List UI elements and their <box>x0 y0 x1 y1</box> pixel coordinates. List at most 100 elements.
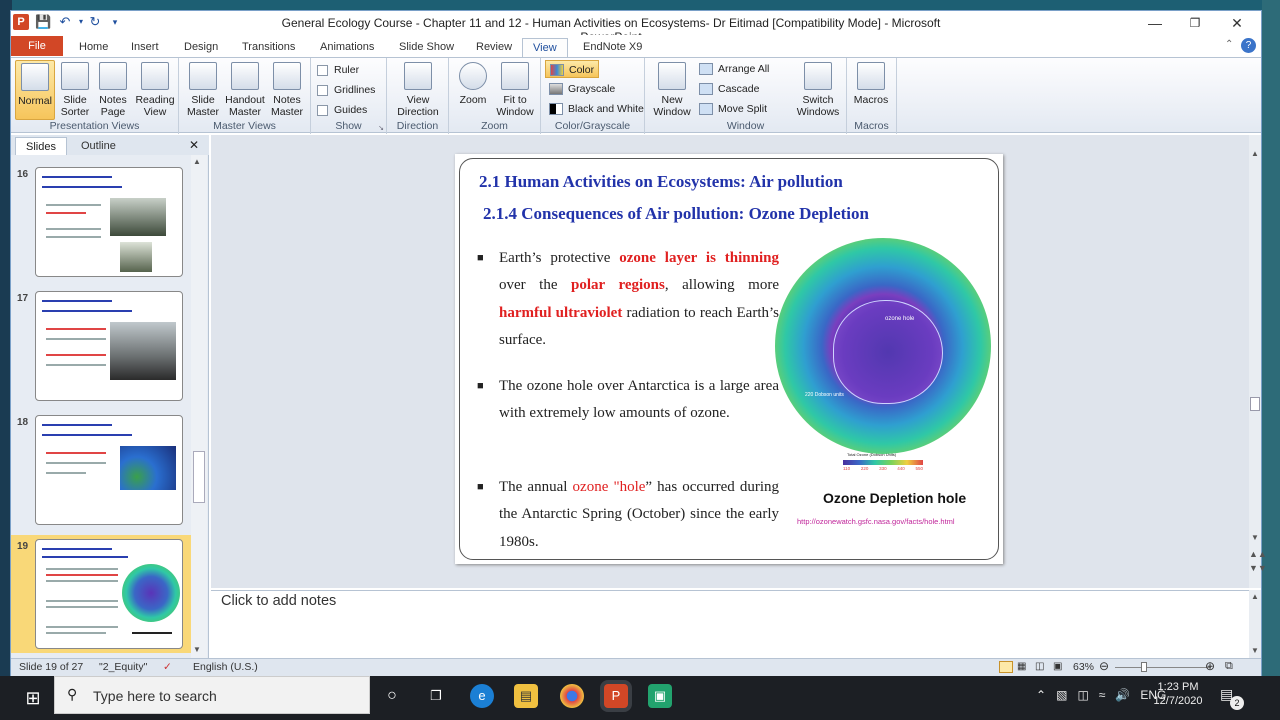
zoom-slider-thumb[interactable] <box>1141 662 1147 672</box>
switch-windows-button[interactable]: Switch Windows <box>793 60 843 120</box>
scroll-up-icon[interactable]: ▲ <box>1249 149 1261 158</box>
slide-subtitle[interactable]: 2.1.4 Consequences of Air pollution: Ozo… <box>483 204 869 224</box>
slide-title[interactable]: 2.1 Human Activities on Ecosystems: Air … <box>479 172 843 192</box>
handout-master-button[interactable]: Handout Master <box>223 60 267 120</box>
wifi-icon[interactable]: ≈ <box>1099 688 1106 702</box>
normal-view-button[interactable]: Normal <box>15 60 55 120</box>
green-app-icon[interactable]: ▣ <box>648 684 672 708</box>
show-hidden-icons[interactable]: ⌃ <box>1036 688 1046 702</box>
notes-pane[interactable]: Click to add notes <box>211 590 1249 658</box>
reading-view-button[interactable]: Reading View <box>133 60 177 120</box>
dialog-launcher-icon[interactable]: ↘ <box>378 124 384 132</box>
grayscale-button[interactable]: Grayscale <box>549 80 615 98</box>
current-slide[interactable]: 2.1 Human Activities on Ecosystems: Air … <box>455 154 1003 564</box>
previous-slide-icon[interactable]: ▲▲ <box>1249 549 1267 559</box>
task-view-icon[interactable]: ❐ <box>424 684 448 708</box>
zoom-button[interactable]: Zoom <box>453 60 493 120</box>
redo-icon[interactable]: ↻ <box>87 14 103 30</box>
minimize-icon[interactable]: — <box>1135 13 1175 33</box>
spell-check-icon[interactable]: ✓ <box>163 661 172 673</box>
slide-thumbnail-19[interactable]: 19 <box>11 535 197 653</box>
volume-icon[interactable]: 🔊 <box>1115 688 1130 702</box>
chrome-icon[interactable] <box>560 684 584 708</box>
source-url[interactable]: http://ozonewatch.gsfc.nasa.gov/facts/ho… <box>797 517 955 526</box>
tab-outline[interactable]: Outline <box>71 137 126 155</box>
file-explorer-icon[interactable]: ▤ <box>514 684 538 708</box>
arrange-all-button[interactable]: Arrange All <box>699 60 769 78</box>
scroll-thumb[interactable] <box>193 451 205 503</box>
scroll-down-icon[interactable]: ▼ <box>1249 533 1261 542</box>
slide-thumbnail-16[interactable]: 16 <box>11 163 197 281</box>
close-icon[interactable]: ✕ <box>1217 13 1257 33</box>
windows-start-icon[interactable]: ⊞ <box>18 686 48 710</box>
bullet-annual-ozone-hole[interactable]: ■ The annual ozone "hole” has occurred d… <box>477 474 779 558</box>
language[interactable]: English (U.S.) <box>193 661 258 673</box>
tab-transitions[interactable]: Transitions <box>232 38 305 57</box>
undo-icon[interactable]: ↶ <box>57 14 73 30</box>
powerpoint-app-icon[interactable]: P <box>13 14 29 30</box>
save-icon[interactable]: 💾 <box>35 14 51 30</box>
minimize-ribbon-icon[interactable]: ⌃ <box>1225 39 1233 50</box>
tab-insert[interactable]: Insert <box>121 38 169 57</box>
ozone-globe-image[interactable]: ozone hole 220 Dobson units <box>775 238 991 454</box>
tab-home[interactable]: Home <box>69 38 118 57</box>
restore-icon[interactable]: ❐ <box>1175 13 1215 33</box>
clock[interactable]: 1:23 PM 12/7/2020 <box>1150 680 1206 708</box>
tab-review[interactable]: Review <box>466 38 522 57</box>
color-button[interactable]: Color <box>545 60 600 78</box>
battery-icon[interactable]: ▧ <box>1056 688 1067 702</box>
bullet-ozone-hole-antarctica[interactable]: ■ The ozone hole over Antarctica is a la… <box>477 373 779 457</box>
scroll-up-icon[interactable]: ▲ <box>191 157 203 166</box>
macros-button[interactable]: Macros <box>851 60 891 120</box>
notes-placeholder[interactable]: Click to add notes <box>221 593 336 609</box>
theme-name[interactable]: "2_Equity" <box>99 661 147 673</box>
scroll-thumb[interactable] <box>1250 397 1260 411</box>
slide-sorter-button[interactable]: Slide Sorter <box>55 60 95 120</box>
gridlines-checkbox[interactable]: Gridlines <box>317 82 375 98</box>
ruler-checkbox[interactable]: Ruler <box>317 62 359 78</box>
move-split-button[interactable]: Move Split <box>699 100 767 118</box>
tab-animations[interactable]: Animations <box>310 38 384 57</box>
slides-pane-scrollbar[interactable]: ▲ ▼ <box>191 155 207 658</box>
reading-view-icon[interactable]: ◫ <box>1035 661 1044 672</box>
display-icon[interactable]: ◫ <box>1077 688 1088 702</box>
zoom-level[interactable]: 63% <box>1073 661 1094 673</box>
slide-sorter-icon[interactable]: ▦ <box>1017 661 1026 672</box>
tab-file[interactable]: File <box>11 36 63 56</box>
tab-endnote[interactable]: EndNote X9 <box>573 38 652 57</box>
normal-view-icon[interactable] <box>999 661 1013 673</box>
cortana-icon[interactable]: ○ <box>380 684 404 708</box>
fit-slide-icon[interactable]: ⧉ <box>1225 660 1233 673</box>
notes-master-button[interactable]: Notes Master <box>267 60 307 120</box>
slide-thumbnail-17[interactable]: 17 <box>11 287 197 405</box>
slide-show-icon[interactable]: ▣ <box>1053 661 1062 672</box>
zoom-out-icon[interactable]: ⊖ <box>1099 659 1109 673</box>
slide-scrollbar[interactable]: ▲ ▼ ▲▲ ▼▼ <box>1249 135 1267 588</box>
black-and-white-button[interactable]: Black and White <box>549 100 644 118</box>
zoom-in-icon[interactable]: ⊕ <box>1205 659 1215 673</box>
slide-master-button[interactable]: Slide Master <box>183 60 223 120</box>
view-direction-button[interactable]: View Direction <box>391 60 445 120</box>
tab-slides[interactable]: Slides <box>15 137 67 155</box>
customize-toolbar-icon[interactable]: ▾ <box>107 14 123 30</box>
tab-design[interactable]: Design <box>174 38 228 57</box>
next-slide-icon[interactable]: ▼▼ <box>1249 563 1267 573</box>
scroll-up-icon[interactable]: ▲ <box>1249 592 1261 601</box>
guides-checkbox[interactable]: Guides <box>317 102 367 118</box>
taskbar-search-box[interactable]: ⚲ Type here to search <box>54 676 370 714</box>
tab-view[interactable]: View <box>522 38 568 57</box>
scroll-down-icon[interactable]: ▼ <box>1249 646 1261 655</box>
bullet-ozone-thinning[interactable]: ■ Earth’s protective ozone layer is thin… <box>477 245 779 355</box>
close-pane-icon[interactable]: ✕ <box>189 137 203 153</box>
edge-browser-icon[interactable]: e <box>470 684 494 708</box>
cascade-button[interactable]: Cascade <box>699 80 759 98</box>
tab-slide-show[interactable]: Slide Show <box>389 38 464 57</box>
powerpoint-taskbar-icon[interactable]: P <box>604 684 628 708</box>
new-window-button[interactable]: New Window <box>649 60 695 120</box>
help-icon[interactable]: ? <box>1241 38 1256 53</box>
notes-page-button[interactable]: Notes Page <box>93 60 133 120</box>
slide-thumbnail-18[interactable]: 18 <box>11 411 197 529</box>
zoom-slider[interactable] <box>1115 667 1211 668</box>
scroll-down-icon[interactable]: ▼ <box>191 645 203 654</box>
image-caption[interactable]: Ozone Depletion hole <box>823 490 966 506</box>
